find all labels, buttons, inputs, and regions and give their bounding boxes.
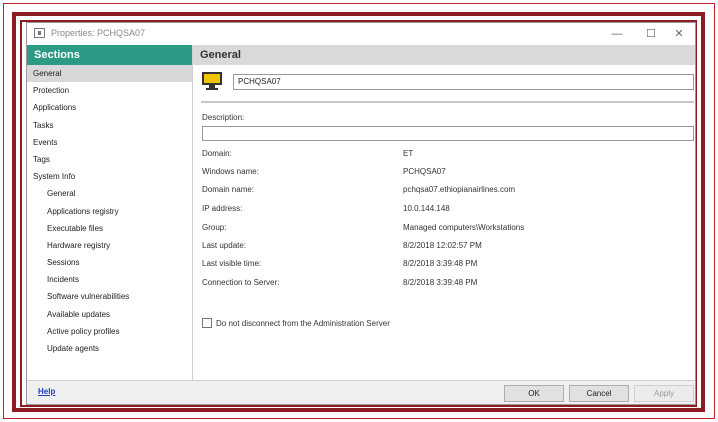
general-panel: General PCHQSA07 Description: Domain: ET… (193, 45, 695, 395)
field-label-last-update: Last update: (202, 241, 247, 250)
divider (201, 101, 694, 103)
disconnect-checkbox[interactable] (202, 318, 212, 328)
sidebar-subitem-active-policy-profiles[interactable]: Active policy profiles (27, 323, 192, 340)
apply-button[interactable]: Apply (634, 385, 694, 402)
field-value-ip-address: 10.0.144.148 (403, 204, 450, 213)
description-field[interactable] (202, 126, 694, 141)
field-label-ip-address: IP address: (202, 204, 243, 213)
sidebar-item-system-info[interactable]: System Info (27, 168, 192, 185)
sidebar-subitem-general[interactable]: General (27, 185, 192, 202)
field-label-windows-name: Windows name: (202, 167, 259, 176)
sections-sidebar: Sections General Protection Applications… (27, 45, 193, 395)
field-label-last-visible-time: Last visible time: (202, 259, 262, 268)
sidebar-subitem-incidents[interactable]: Incidents (27, 271, 192, 288)
field-label-domain-name: Domain name: (202, 185, 255, 194)
computer-icon (202, 72, 222, 90)
sidebar-subitem-applications-registry[interactable]: Applications registry (27, 203, 192, 220)
device-name-field[interactable]: PCHQSA07 (233, 74, 694, 90)
sections-header: Sections (27, 45, 192, 65)
sidebar-subitem-executable-files[interactable]: Executable files (27, 220, 192, 237)
sidebar-item-protection[interactable]: Protection (27, 82, 192, 99)
field-value-connection-to-server: 8/2/2018 3:39:48 PM (403, 278, 478, 287)
sidebar-item-tasks[interactable]: Tasks (27, 117, 192, 134)
sidebar-item-applications[interactable]: Applications (27, 99, 192, 116)
sidebar-subitem-software-vulnerabilities[interactable]: Software vulnerabilities (27, 288, 192, 305)
field-label-connection-to-server: Connection to Server: (202, 278, 280, 287)
sidebar-subitem-hardware-registry[interactable]: Hardware registry (27, 237, 192, 254)
field-value-domain: ET (403, 149, 414, 158)
sidebar-item-tags[interactable]: Tags (27, 151, 192, 168)
field-value-last-update: 8/2/2018 12:02:57 PM (403, 241, 482, 250)
sidebar-subitem-update-agents[interactable]: Update agents (27, 340, 192, 357)
ok-button[interactable]: OK (504, 385, 564, 402)
help-link[interactable]: Help (38, 387, 55, 396)
window-title: Properties: PCHQSA07 (51, 28, 146, 38)
panel-header: General (193, 45, 695, 65)
description-label: Description: (202, 113, 245, 122)
dialog-footer: Help OK Cancel Apply (27, 380, 695, 404)
field-value-domain-name: pchqsa07.ethiopianairlines.com (403, 185, 516, 194)
field-value-last-visible-time: 8/2/2018 3:39:48 PM (403, 259, 478, 268)
minimize-icon[interactable]: — (605, 26, 629, 42)
sidebar-subitem-sessions[interactable]: Sessions (27, 254, 192, 271)
title-bar: Properties: PCHQSA07 — ☐ ✕ (27, 23, 695, 45)
cancel-button[interactable]: Cancel (569, 385, 629, 402)
field-value-group: Managed computers\Workstations (403, 223, 525, 232)
disconnect-checkbox-label: Do not disconnect from the Administratio… (216, 319, 390, 328)
window-icon (34, 28, 45, 38)
field-value-windows-name: PCHQSA07 (403, 167, 446, 176)
field-label-domain: Domain: (202, 149, 232, 158)
sidebar-item-general[interactable]: General (27, 65, 192, 83)
close-icon[interactable]: ✕ (667, 26, 691, 42)
properties-window: Properties: PCHQSA07 — ☐ ✕ Sections Gene… (26, 22, 696, 405)
field-label-group: Group: (202, 223, 227, 232)
sidebar-item-events[interactable]: Events (27, 134, 192, 151)
sidebar-subitem-available-updates[interactable]: Available updates (27, 306, 192, 323)
maximize-icon[interactable]: ☐ (639, 26, 663, 42)
